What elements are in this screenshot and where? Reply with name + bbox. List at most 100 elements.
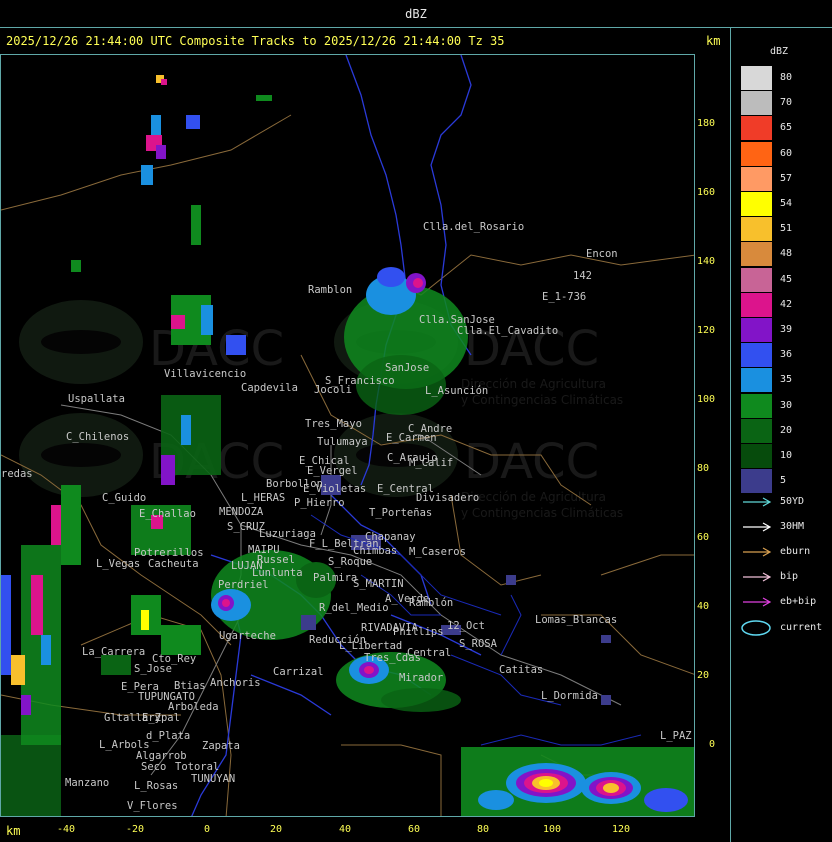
place-label: Clla.El_Cavadito [457,325,558,337]
place-label: redas [1,468,33,480]
place-label: M_Calif [409,457,453,469]
place-label: Luzuriaga [259,528,316,540]
y-tick-label: 100 [697,394,716,405]
place-label: L_Libertad [339,640,402,652]
y-tick-label: 60 [697,532,710,543]
place-label: MENDOZA [219,506,264,518]
dbz-swatch [741,217,772,242]
y-tick-label: 180 [697,118,716,129]
place-label: L_Vegas [96,558,140,570]
dbz-value-label: 45 [780,273,793,285]
place-label: Tres_Mayo [305,418,362,430]
place-label: E_Vergel [307,465,358,477]
legend-title: dBZ [770,46,789,57]
radar-map[interactable]: DACC DACC Dirección de Agricultura y Con… [0,54,695,817]
dbz-swatch [741,116,772,141]
watermark-brand: DACC [464,434,599,490]
place-label: SanJose [385,362,429,374]
place-label: d_Plata [146,730,190,742]
place-label: Anchoris [210,677,261,689]
place-label: Catitas [499,664,543,676]
dbz-value-label: 51 [780,223,793,235]
dbz-swatch [741,66,772,90]
place-label: Capdevila [241,382,298,394]
place-label: L_Asunción [425,385,488,397]
place-label: T_Porteñas [369,507,432,519]
storm-cell-southeast [461,747,694,816]
place-label: Zapata [202,740,240,752]
track-label: 50YD [780,496,805,507]
composite-tracks-header: 2025/12/26 21:44:00 UTC Composite Tracks… [6,34,505,48]
place-label: Chapanay [365,531,416,543]
y-tick-label: 140 [697,256,716,267]
track-label: bip [780,571,799,582]
y-tick-label: 80 [697,463,710,474]
place-label: L_HERAS [241,492,285,504]
x-tick-label: 100 [543,824,562,835]
track-label: 30HM [780,521,805,532]
y-tick-label: 20 [697,670,710,681]
dbz-value-label: 48 [780,248,793,260]
y-tick-label: 0 [709,739,716,750]
place-label: Jocoli [314,384,352,396]
track-arrow-icon [743,522,772,532]
dbz-value-label: 54 [780,198,793,209]
place-label: Totoral [175,761,219,773]
dbz-value-label: 42 [780,298,793,310]
dbz-swatch [741,343,772,368]
dbz-value-label: 39 [780,324,793,335]
current-label: current [780,622,823,633]
place-label: L_Rosas [134,780,178,792]
place-label: E_1-736 [542,291,586,303]
dbz-swatch [741,368,772,393]
place-label: C_Guido [102,492,146,504]
place-label: TUNUYAN [191,773,235,785]
x-tick-label: 120 [612,824,631,835]
place-label: S_ROSA [459,638,498,650]
km-unit-label-bottom: km [6,824,21,838]
dbz-swatch [741,166,772,191]
place-label: S_Jose [134,663,172,675]
place-label: L_Dormida [541,690,598,702]
place-label: Mirador [399,672,443,684]
place-label: S_Roque [328,556,372,568]
track-label: eburn [780,546,811,557]
x-tick-label: 0 [204,824,211,835]
place-label: Lunlunta [252,567,303,579]
place-label: Lomas_Blancas [535,614,617,626]
place-label: Ramblón [409,597,453,609]
dbz-value-label: 10 [780,450,793,461]
place-label: L_PAZ [660,730,692,742]
track-label: eb+bip [780,596,817,607]
dbz-value-label: 60 [780,147,793,159]
x-tick-label: 20 [270,824,283,835]
place-label: La_Carrera [82,646,145,658]
dbz-swatch [741,242,772,267]
dbz-swatch [741,192,772,216]
place-label: S_MARTIN [353,578,404,590]
dbz-swatch [741,141,772,166]
track-arrow-icon [743,597,772,607]
place-label: Manzano [65,777,109,789]
dbz-value-label: 57 [780,172,793,184]
x-tick-label: 80 [477,824,490,835]
track-arrow-icon [743,547,772,557]
km-unit-label: km [706,34,721,48]
y-tick-label: 40 [697,601,710,612]
place-label: E_Challao [139,508,196,520]
place-label: Uspallata [68,393,125,405]
dbz-value-label: 65 [780,122,793,134]
dbz-swatch [741,469,772,494]
dbz-swatch [741,444,772,468]
place-label: Ugarteche [219,630,276,642]
place-label: Villavicencio [164,368,246,380]
place-label: M_Caseros [409,546,466,558]
dbz-swatch [741,292,772,317]
x-tick-label: 60 [408,824,421,835]
place-label: 142 [573,270,592,282]
dbz-value-label: 20 [780,424,793,436]
place-label: Ramblon [308,284,352,296]
place-label: Tulumaya [317,436,368,448]
x-tick-label: -20 [126,824,145,835]
place-label: Cacheuta [148,558,199,570]
